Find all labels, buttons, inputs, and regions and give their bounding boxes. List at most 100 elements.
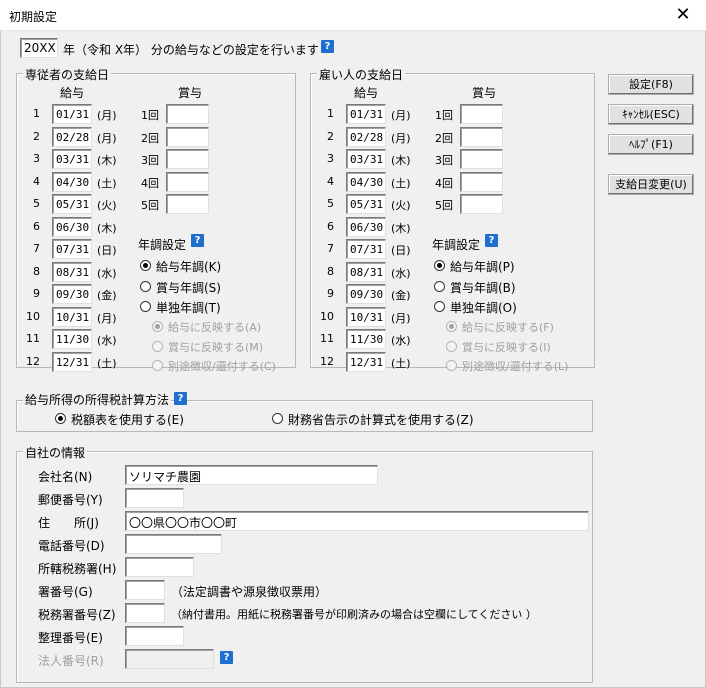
tax-office-input[interactable] [125,557,194,577]
phone-input[interactable] [125,534,222,554]
pay-date-input[interactable]: 10/31 [346,307,386,327]
bonus-date-input[interactable] [460,127,503,147]
header-text: 年（令和 X年） 分の給与などの設定を行います [63,43,319,57]
bonus-round-label: 1回 [141,109,159,122]
bonus-date-input[interactable] [460,104,503,124]
pay-date-input[interactable]: 03/31 [52,149,92,169]
bonus-date-input[interactable] [460,194,503,214]
pay-date-input[interactable]: 01/31 [346,104,386,124]
weekday-label: (月) [391,109,411,122]
reflect-option-label: 別途徴収/還付する(L) [462,360,569,373]
pay-date-input[interactable]: 08/31 [346,262,386,282]
reflect-option-label: 賞与に反映する(M) [168,340,264,354]
pay-date-input[interactable]: 06/30 [346,217,386,237]
year-field[interactable]: 20XX [20,38,58,58]
company-name-input[interactable]: ソリマチ農園 [125,465,378,485]
postal-code-input[interactable] [125,488,184,508]
help-button[interactable]: ﾍﾙﾌﾟ(F1) [608,134,694,155]
year-end-option-label[interactable]: 給与年調(P) [450,258,515,275]
bonus-round-label: 5回 [141,199,159,212]
weekday-label: (土) [97,177,117,190]
pay-date-input[interactable]: 06/30 [52,217,92,237]
pay-date-input[interactable]: 08/31 [52,262,92,282]
reference-number-input[interactable] [125,626,184,646]
year-end-option-radio[interactable] [434,260,445,271]
pay-date-input[interactable]: 12/31 [52,352,92,372]
bonus-round-label: 5回 [435,199,453,212]
help-icon[interactable]: ? [191,234,204,247]
weekday-label: (木) [97,154,117,167]
year-end-label: 年調設定 [432,238,481,252]
row-number: 3 [33,152,40,165]
tax-office-number-input[interactable] [125,603,165,623]
phone-label: 電話番号(D) [38,539,105,553]
row-number: 4 [327,175,334,188]
row-number: 2 [33,130,40,143]
pay-date-input[interactable]: 02/28 [346,127,386,147]
office-number-label: 署番号(G) [38,585,93,599]
pay-date-input[interactable]: 12/31 [346,352,386,372]
year-end-option-label[interactable]: 賞与年調(S) [156,279,221,296]
dialog-body: 20XX 年（令和 X年） 分の給与などの設定を行います ? 専従者の支給日 給… [0,31,706,688]
pay-date-input[interactable]: 07/31 [52,239,92,259]
help-icon[interactable]: ? [321,40,334,53]
year-end-option-label[interactable]: 単独年調(O) [450,299,517,316]
pay-date-input[interactable]: 05/31 [346,194,386,214]
reflect-option-radio [152,360,163,371]
row-number: 3 [327,152,334,165]
bonus-round-label: 3回 [435,154,453,167]
bonus-date-input[interactable] [166,172,209,192]
year-end-option-radio[interactable] [140,301,151,312]
tax-table-radio[interactable] [55,413,66,424]
weekday-label: (土) [391,177,411,190]
pay-date-input[interactable]: 05/31 [52,194,92,214]
row-number: 9 [33,287,40,300]
pay-date-input[interactable]: 11/30 [346,329,386,349]
bonus-date-input[interactable] [460,149,503,169]
bonus-date-input[interactable] [166,104,209,124]
close-button[interactable]: ✕ [660,0,706,31]
year-end-option-label[interactable]: 給与年調(K) [156,258,221,275]
pay-date-input[interactable]: 02/28 [52,127,92,147]
year-end-option-label[interactable]: 賞与年調(B) [450,279,516,296]
cancel-button[interactable]: ｷｬﾝｾﾙ(ESC) [608,104,694,125]
pay-date-input[interactable]: 03/31 [346,149,386,169]
row-number: 8 [327,265,334,278]
company-name-label: 会社名(N) [38,470,93,484]
bonus-date-input[interactable] [166,127,209,147]
group-employee-pay-title: 雇い人の支給日 [317,66,406,83]
salary-header: 給与 [354,86,379,100]
tax-formula-radio[interactable] [272,413,283,424]
year-end-option-radio[interactable] [140,260,151,271]
pay-date-input[interactable]: 09/30 [346,284,386,304]
bonus-date-input[interactable] [166,149,209,169]
pay-date-input[interactable]: 04/30 [346,172,386,192]
pay-date-input[interactable]: 09/30 [52,284,92,304]
help-icon[interactable]: ? [174,392,187,405]
reflect-option-radio [446,321,457,332]
weekday-label: (月) [97,109,117,122]
pay-date-input[interactable]: 07/31 [346,239,386,259]
year-end-option-radio[interactable] [434,280,445,292]
address-label: 住 所(J) [38,516,99,530]
reflect-option-radio [446,360,457,371]
pay-date-input[interactable]: 11/30 [52,329,92,349]
bonus-date-input[interactable] [166,194,209,214]
pay-date-input[interactable]: 01/31 [52,104,92,124]
tax-table-label[interactable]: 税額表を使用する(E) [71,411,184,428]
bonus-date-input[interactable] [460,172,503,192]
help-icon[interactable]: ? [220,651,233,664]
address-input[interactable]: 〇〇県〇〇市〇〇町 [125,511,589,531]
tax-formula-label[interactable]: 財務省告示の計算式を使用する(Z) [288,411,474,428]
year-end-option-label[interactable]: 単独年調(T) [156,299,221,316]
payday-change-button[interactable]: 支給日変更(U) [608,174,694,195]
settings-button[interactable]: 設定(F8) [608,74,694,95]
help-icon[interactable]: ? [485,234,498,247]
pay-date-input[interactable]: 04/30 [52,172,92,192]
reflect-option-label: 給与に反映する(F) [462,321,554,334]
office-number-input[interactable] [125,580,165,600]
year-end-option-radio[interactable] [140,280,151,292]
pay-date-input[interactable]: 10/31 [52,307,92,327]
row-number: 7 [327,242,334,255]
year-end-option-radio[interactable] [434,301,445,312]
